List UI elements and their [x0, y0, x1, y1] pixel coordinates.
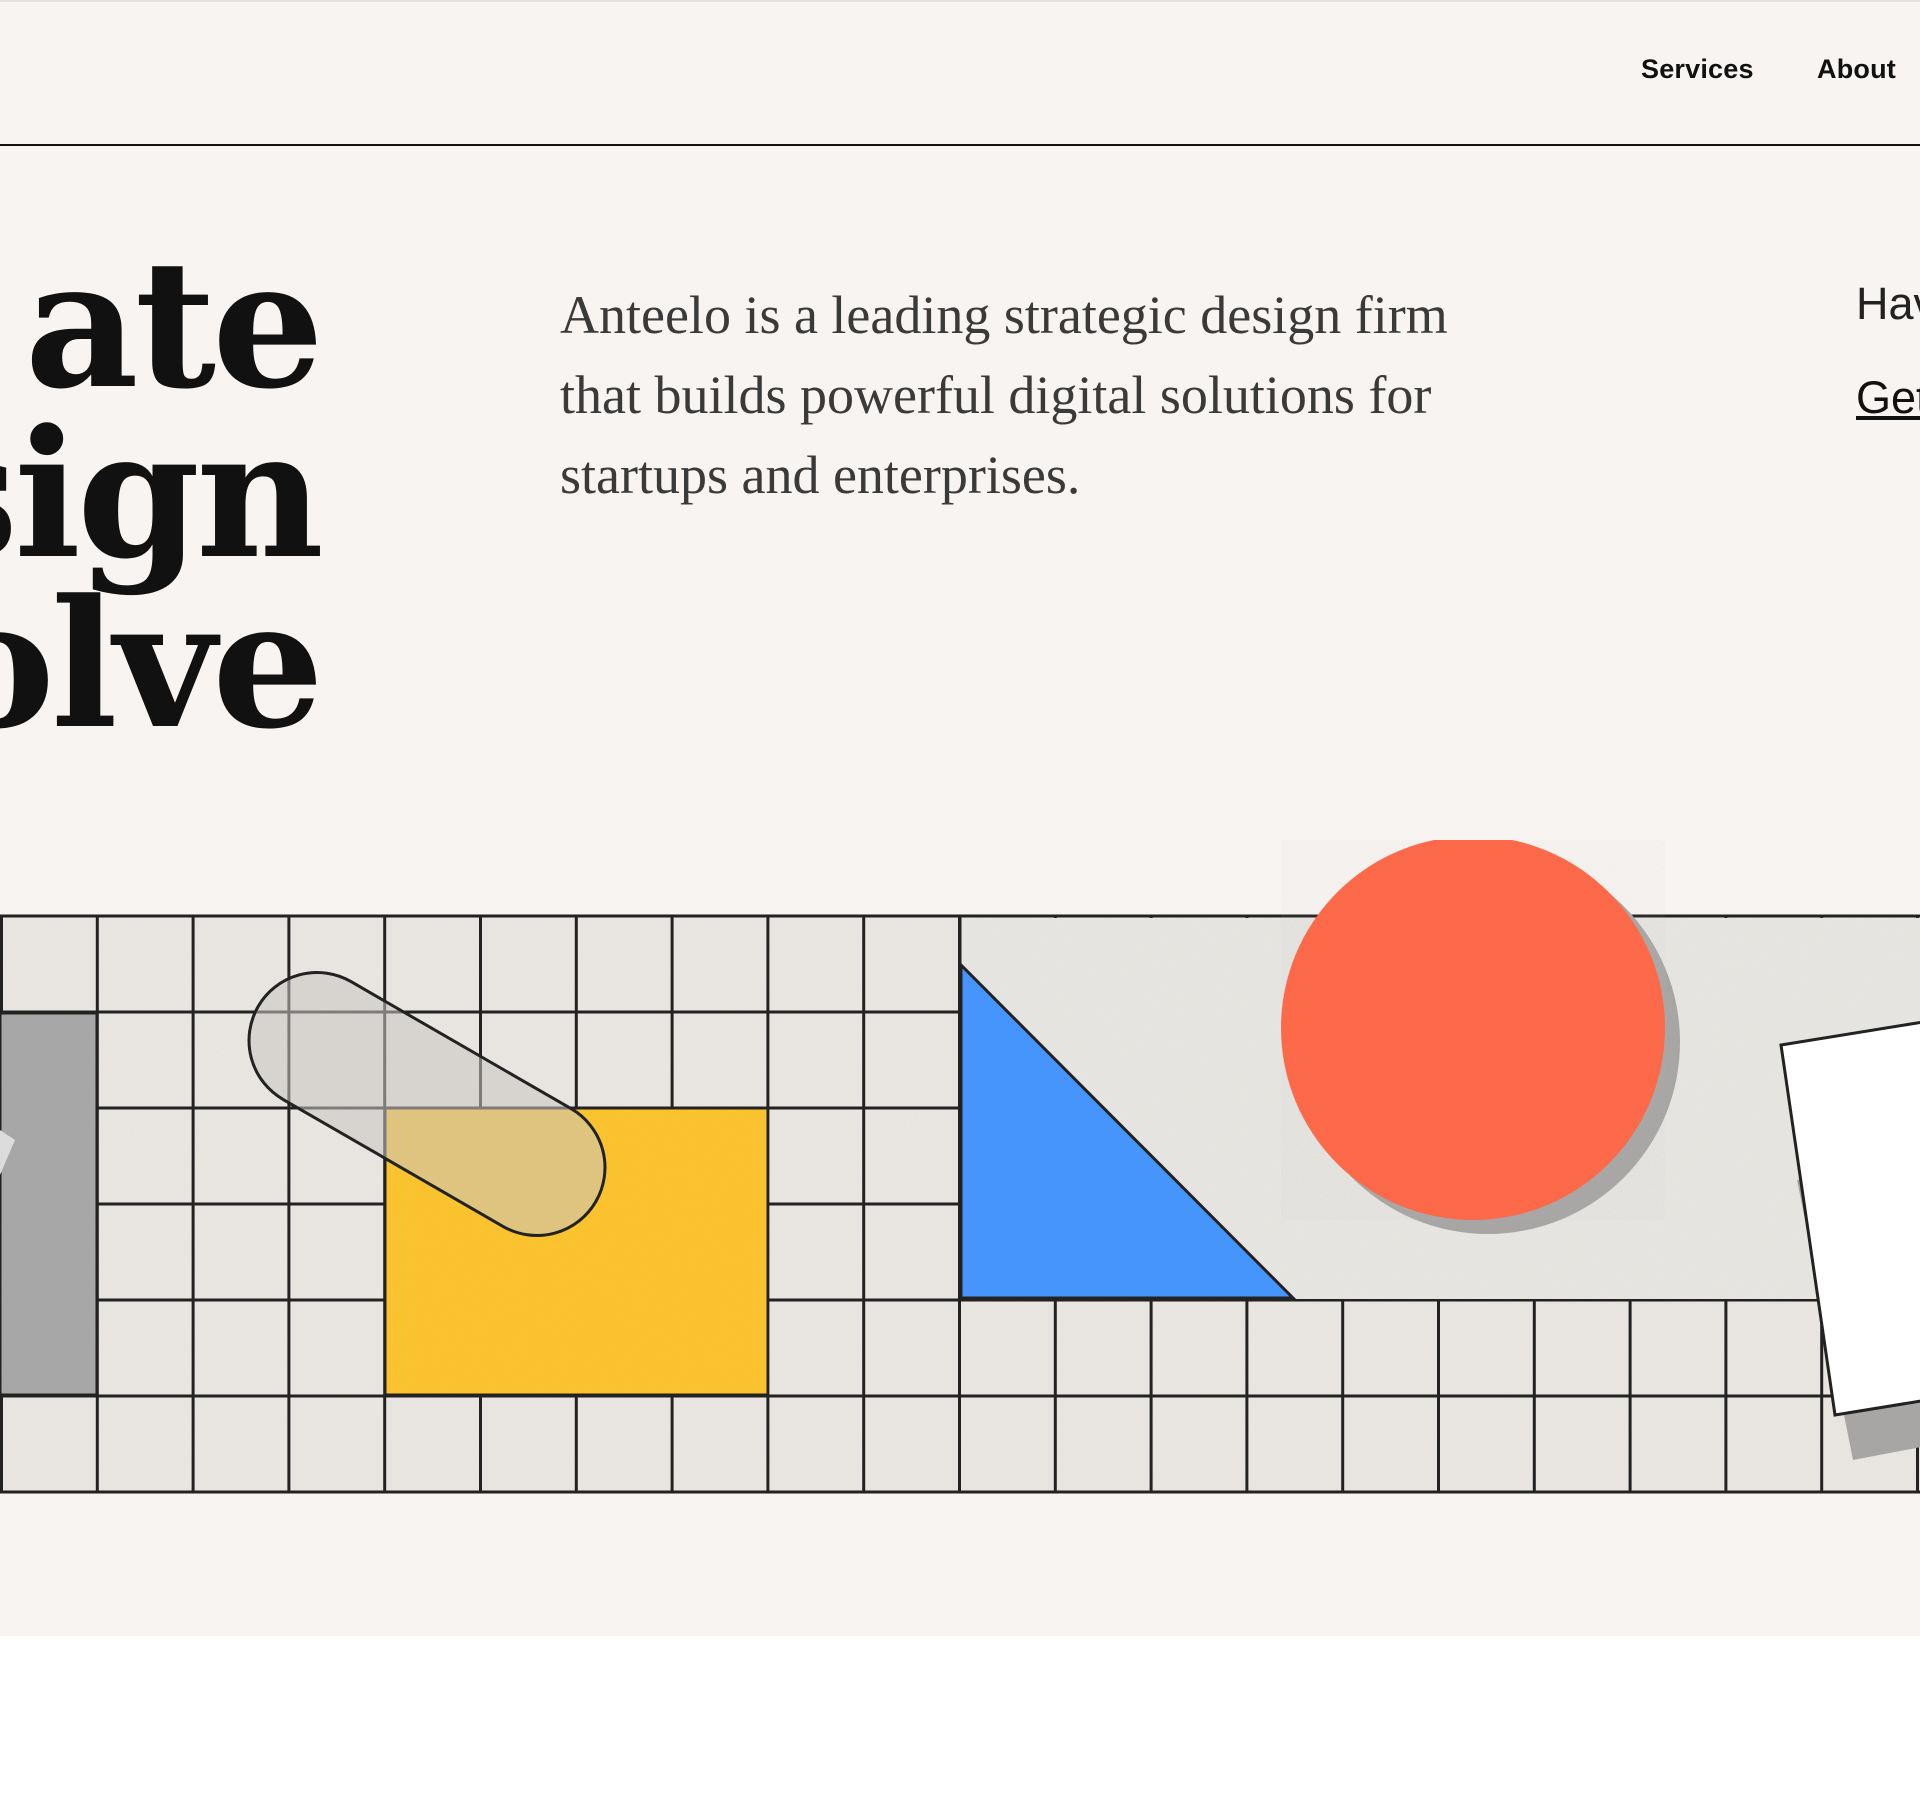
hero-description-line: startups and enterprises.: [560, 445, 1081, 505]
site-header: Services About: [0, 0, 1920, 146]
hero-headline-line: sign: [0, 391, 324, 598]
hero-headline: ate sign olve: [0, 221, 324, 768]
hero-headline-line: ate: [24, 221, 324, 428]
nav-link-services[interactable]: Services: [1641, 54, 1754, 85]
coral-circle: [1281, 840, 1665, 1220]
nav-link-about[interactable]: About: [1817, 54, 1896, 85]
gray-block: [0, 1011, 99, 1397]
hero-description: Anteelo is a leading strategic design fi…: [560, 275, 1560, 515]
cta-link[interactable]: Get: [1856, 372, 1920, 424]
hero-illustration: [0, 840, 1920, 1494]
cta-question: Hav: [1856, 278, 1920, 329]
hero-headline-line: olve: [0, 561, 324, 768]
hero-description-line: that builds powerful digital solutions f…: [560, 365, 1432, 425]
page-background: Services About ate sign olve Anteelo is …: [0, 0, 1920, 1636]
hero-description-line: Anteelo is a leading strategic design fi…: [560, 285, 1448, 345]
